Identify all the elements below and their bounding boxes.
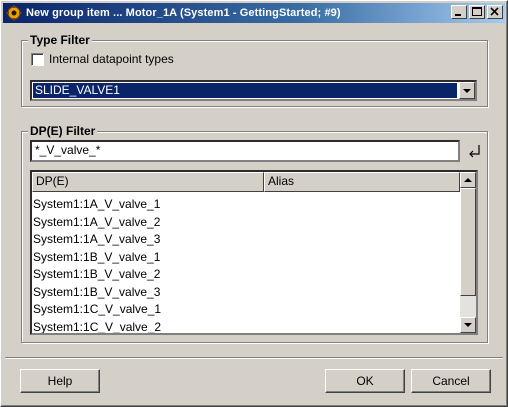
maximize-icon <box>472 7 482 16</box>
internal-types-checkbox-row[interactable]: Internal datapoint types <box>31 52 174 66</box>
window-title: New group item ... Motor_1A (System1 - G… <box>26 7 341 19</box>
list-item[interactable]: System1:1A_V_valve_3 <box>32 231 161 249</box>
scroll-down-arrow-icon <box>464 323 472 327</box>
chevron-down-icon <box>463 88 471 93</box>
list-rows: System1:1A_V_valve_1 System1:1A_V_valve_… <box>32 196 161 334</box>
scroll-down-button[interactable] <box>460 317 476 333</box>
list-item[interactable]: System1:1C_V_valve_2 <box>32 319 161 334</box>
dpe-list[interactable]: DP(E) Alias System1:1A_V_valve_1 System1… <box>30 170 478 335</box>
minimize-icon <box>455 14 461 16</box>
close-button[interactable] <box>487 5 503 19</box>
ok-button[interactable]: OK <box>325 369 405 393</box>
help-button[interactable]: Help <box>20 369 100 393</box>
scroll-thumb[interactable] <box>460 188 476 296</box>
title-bar[interactable]: New group item ... Motor_1A (System1 - G… <box>3 3 505 23</box>
scroll-up-arrow-icon <box>464 178 472 182</box>
list-item[interactable]: System1:1B_V_valve_1 <box>32 249 161 267</box>
list-item[interactable]: System1:1A_V_valve_1 <box>32 196 161 214</box>
column-header-dpe[interactable]: DP(E) <box>32 172 264 192</box>
list-item[interactable]: System1:1B_V_valve_2 <box>32 266 161 284</box>
app-gear-icon <box>6 5 22 21</box>
type-select[interactable]: SLIDE_VALVE1 <box>30 80 477 101</box>
type-filter-title: Type Filter <box>28 33 92 47</box>
list-scrollbar[interactable] <box>460 172 476 333</box>
type-select-value: SLIDE_VALVE1 <box>33 83 457 98</box>
scroll-up-button[interactable] <box>460 172 476 188</box>
internal-types-checkbox[interactable] <box>31 52 44 66</box>
dialog-window: New group item ... Motor_1A (System1 - G… <box>0 0 508 407</box>
cancel-button[interactable]: Cancel <box>411 369 491 393</box>
list-header: DP(E) Alias <box>32 172 460 192</box>
dpe-filter-title: DP(E) Filter <box>28 124 98 138</box>
minimize-button[interactable] <box>451 5 467 19</box>
maximize-button[interactable] <box>469 5 485 19</box>
enter-icon[interactable] <box>467 143 483 159</box>
internal-types-label: Internal datapoint types <box>49 52 174 66</box>
list-item[interactable]: System1:1B_V_valve_3 <box>32 284 161 302</box>
close-icon <box>490 7 499 16</box>
dpe-pattern-input[interactable]: *_V_valve_* <box>30 140 460 162</box>
list-item[interactable]: System1:1C_V_valve_1 <box>32 301 161 319</box>
list-item[interactable]: System1:1A_V_valve_2 <box>32 214 161 232</box>
type-select-dropdown-button[interactable] <box>459 82 475 99</box>
column-header-alias[interactable]: Alias <box>264 172 460 192</box>
